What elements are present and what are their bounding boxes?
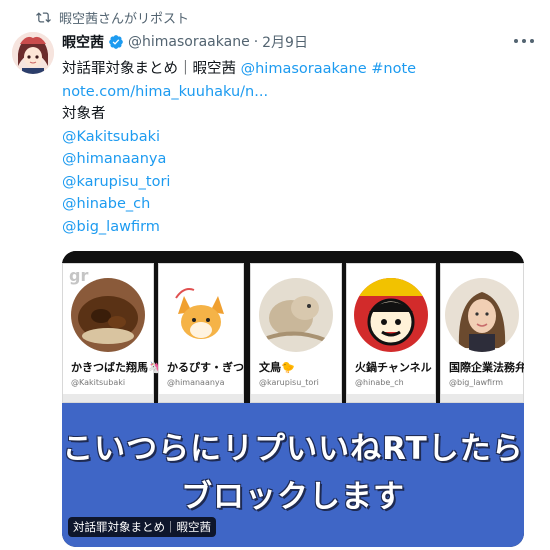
note-link[interactable]: note.com/hima_kuuhaku/n... xyxy=(62,84,268,100)
mention-link[interactable]: @karupisu_tori xyxy=(62,174,170,190)
tweet-body: 対話罪対象まとめ｜暇空茜 @himasoraakane #note note.c… xyxy=(62,58,532,238)
card-name: 国際企業法務弁護 xyxy=(449,361,524,374)
tweet-title-text: 対話罪対象まとめ｜暇空茜 xyxy=(62,61,241,77)
card-avatar xyxy=(259,278,333,352)
card-handle: @hinabe_ch xyxy=(355,378,404,387)
card-handle: @Kakitsubaki xyxy=(71,378,126,387)
media-caption: 対話罪対象まとめ｜暇空茜 xyxy=(68,517,216,537)
card-handle: @big_lawfirm xyxy=(449,378,504,387)
profile-card: gr かきつばた翔馬🦄 @Kakitsubaki xyxy=(62,263,162,403)
hashtag-link[interactable]: #note xyxy=(371,61,416,77)
mention-link[interactable]: @hinabe_ch xyxy=(62,196,150,212)
card-avatar xyxy=(164,278,238,352)
card-avatar xyxy=(354,278,428,352)
separator-dot: · xyxy=(253,34,259,50)
card-name: かきつばた翔馬🦄 xyxy=(71,361,162,374)
banner-line-1: こいつらにリプいいねRTしたら xyxy=(62,431,524,467)
profile-card: かるぴす・ぎつね @himanaanya xyxy=(158,263,255,403)
card-handle: @karupisu_tori xyxy=(259,378,319,387)
card-avatar xyxy=(445,278,519,352)
card-name: 火鍋チャンネル xyxy=(355,361,432,374)
profile-card: 文鳥🐤 @karupisu_tori xyxy=(250,263,342,403)
repost-label: 暇空茜さんがリポスト xyxy=(59,11,190,27)
tweet-date[interactable]: 2月9日 xyxy=(262,32,308,52)
targets-label: 対象者 xyxy=(62,106,106,122)
author-avatar[interactable] xyxy=(12,32,54,74)
card-name: かるぴす・ぎつね xyxy=(167,361,255,374)
card-avatar xyxy=(71,278,145,352)
card-watermark: gr xyxy=(69,266,89,285)
repost-indicator[interactable]: 暇空茜さんがリポスト xyxy=(36,7,189,27)
banner-line-2: ブロックします xyxy=(181,479,405,515)
profile-cards-strip: gr かきつばた翔馬🦄 @Kakitsubaki かるぴす・ぎつね @himan… xyxy=(62,251,524,403)
mention-link[interactable]: @himanaanya xyxy=(62,151,166,167)
author-name[interactable]: 暇空茜 xyxy=(62,32,104,52)
title-mention-link[interactable]: @himasoraakane xyxy=(241,61,367,77)
author-handle[interactable]: @himasoraakane xyxy=(128,34,250,50)
profile-card: 火鍋チャンネル @hinabe_ch xyxy=(346,263,436,403)
more-options-icon[interactable] xyxy=(514,34,534,48)
verified-badge-icon xyxy=(108,34,124,50)
mention-link[interactable]: @Kakitsubaki xyxy=(62,129,160,145)
card-name: 文鳥🐤 xyxy=(259,361,295,374)
repost-icon xyxy=(36,11,51,23)
mention-link[interactable]: @big_lawfirm xyxy=(62,219,160,235)
tweet-media-image[interactable]: gr かきつばた翔馬🦄 @Kakitsubaki かるぴす・ぎつね @himan… xyxy=(62,251,524,547)
card-handle: @himanaanya xyxy=(167,378,225,387)
profile-card: 国際企業法務弁護 @big_lawfirm xyxy=(440,263,524,403)
